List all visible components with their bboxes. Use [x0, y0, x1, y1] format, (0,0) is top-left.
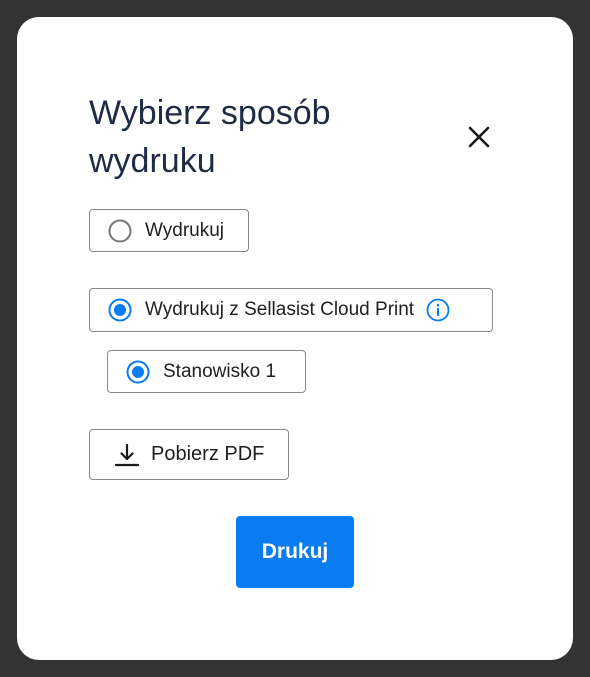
option-station-label: Stanowisko 1	[163, 360, 277, 382]
close-button[interactable]	[463, 121, 495, 153]
download-icon	[114, 443, 140, 466]
radio-unchecked-icon[interactable]	[108, 219, 132, 243]
print-button[interactable]: Drukuj	[236, 516, 354, 588]
radio-checked-icon[interactable]	[126, 360, 150, 384]
print-method-dialog: Wybierz sposób wydruku Wydrukuj Wydrukuj…	[17, 17, 573, 660]
download-pdf-button[interactable]: Pobierz PDF	[89, 429, 289, 480]
option-print[interactable]: Wydrukuj	[89, 209, 249, 252]
radio-checked-icon[interactable]	[108, 298, 132, 322]
option-cloud-print[interactable]: Wydrukuj z Sellasist Cloud Print	[89, 288, 493, 332]
close-icon	[468, 126, 490, 148]
option-cloud-print-label: Wydrukuj z Sellasist Cloud Print	[145, 299, 415, 320]
option-print-label: Wydrukuj	[145, 219, 225, 241]
info-icon[interactable]	[426, 298, 450, 322]
download-pdf-label: Pobierz PDF	[151, 443, 265, 465]
option-station[interactable]: Stanowisko 1	[107, 350, 306, 393]
dialog-title: Wybierz sposób wydruku	[89, 94, 331, 180]
